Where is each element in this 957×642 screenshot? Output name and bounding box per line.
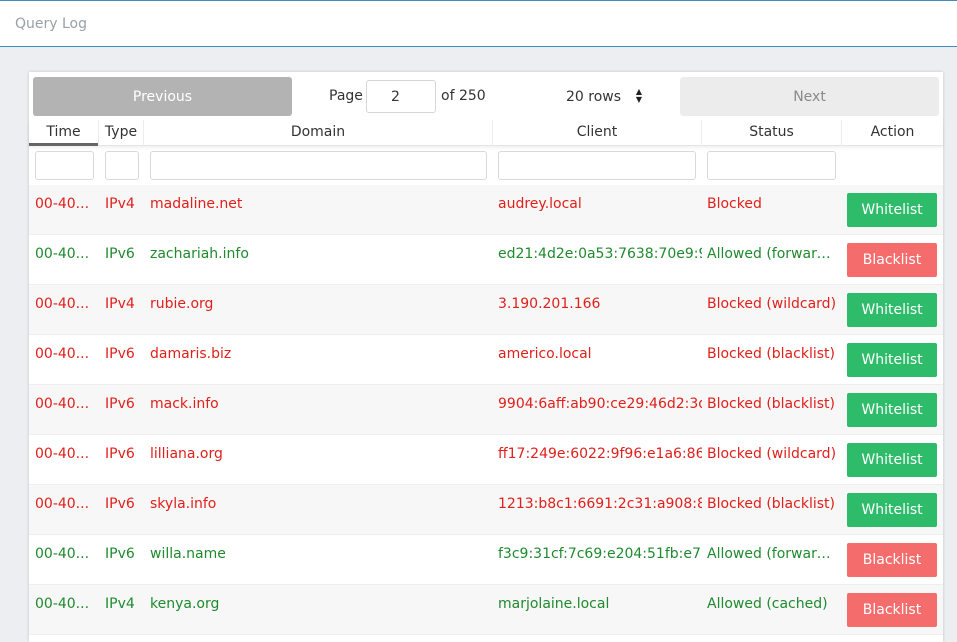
table-row: 00-40... IPv6 skyla.info 1213:b8c1:6691:2c3… bbox=[29, 485, 943, 535]
cell-type: IPv6 bbox=[105, 446, 135, 462]
whitelist-button[interactable]: Whitelist bbox=[847, 193, 937, 227]
domain-filter-input[interactable] bbox=[150, 151, 487, 180]
column-header-domain[interactable]: Domain bbox=[144, 120, 493, 146]
cell-client: f3c9:31cf:7c69:e204:51fb:e71 bbox=[498, 546, 702, 562]
query-log-table: Previous Page of 250 20 rows ▲▼ Next Tim… bbox=[29, 72, 943, 642]
blacklist-button[interactable]: Blacklist bbox=[847, 593, 937, 627]
whitelist-button[interactable]: Whitelist bbox=[847, 393, 937, 427]
whitelist-button[interactable]: Whitelist bbox=[847, 293, 937, 327]
filter-row bbox=[29, 146, 943, 185]
page-title: Query Log bbox=[15, 16, 88, 32]
column-header-status[interactable]: Status bbox=[702, 120, 842, 146]
cell-status: Blocked (wildcard) bbox=[707, 446, 837, 462]
table-header: Time Type Domain Client Status Action bbox=[29, 120, 943, 146]
cell-type: IPv4 bbox=[105, 196, 135, 212]
cell-client: 1213:b8c1:6691:2c31:a908:82c bbox=[498, 496, 702, 512]
cell-type: IPv6 bbox=[105, 496, 135, 512]
cell-domain: willa.name bbox=[150, 546, 226, 562]
top-bar: Query Log bbox=[0, 0, 957, 47]
whitelist-button[interactable]: Whitelist bbox=[847, 493, 937, 527]
table-row: 00-40... IPv6 damaris.biz americo.local Bloc… bbox=[29, 335, 943, 385]
whitelist-button[interactable]: Whitelist bbox=[847, 343, 937, 377]
cell-client: americo.local bbox=[498, 346, 592, 362]
table-row: 00-40... IPv6 willa.name f3c9:31cf:7c69:e20… bbox=[29, 535, 943, 585]
cell-type: IPv6 bbox=[105, 346, 135, 362]
cell-status: Blocked bbox=[707, 196, 762, 212]
cell-type: IPv6 bbox=[105, 396, 135, 412]
status-filter-input[interactable] bbox=[707, 151, 836, 180]
column-header-type[interactable]: Type bbox=[99, 120, 144, 146]
cell-time: 00-40... bbox=[35, 446, 90, 462]
client-filter-input[interactable] bbox=[498, 151, 696, 180]
cell-time: 00-40... bbox=[35, 396, 90, 412]
page-label: Page bbox=[329, 88, 363, 104]
cell-time: 00-40... bbox=[35, 596, 90, 612]
time-filter-input[interactable] bbox=[35, 151, 94, 180]
cell-status: Allowed (forward... bbox=[707, 546, 837, 562]
page-number-input[interactable] bbox=[366, 80, 436, 113]
type-filter-input[interactable] bbox=[105, 151, 139, 180]
cell-status: Blocked (wildcard) bbox=[707, 296, 837, 312]
blacklist-button[interactable]: Blacklist bbox=[847, 243, 937, 277]
cell-status: Allowed (cached) bbox=[707, 596, 828, 612]
table-row: 00-40... IPv4 kenya.org marjolaine.local All… bbox=[29, 585, 943, 635]
cell-status: Blocked (blacklist) bbox=[707, 396, 835, 412]
cell-client: audrey.local bbox=[498, 196, 582, 212]
column-header-client[interactable]: Client bbox=[493, 120, 702, 146]
select-arrows-icon: ▲ ▼ bbox=[635, 87, 643, 104]
total-pages-label: of 250 bbox=[441, 88, 486, 104]
cell-status: Blocked (blacklist) bbox=[707, 496, 835, 512]
rows-per-page-value: 20 rows bbox=[566, 89, 622, 105]
blacklist-button[interactable]: Blacklist bbox=[847, 543, 937, 577]
cell-time: 00-40... bbox=[35, 546, 90, 562]
pagination-bar: Previous Page of 250 20 rows ▲▼ Next bbox=[29, 72, 943, 120]
cell-type: IPv6 bbox=[105, 546, 135, 562]
cell-client: ff17:249e:6022:9f96:e1a6:862 bbox=[498, 446, 702, 462]
next-page-button[interactable]: Next bbox=[680, 77, 939, 116]
cell-status: Blocked (blacklist) bbox=[707, 346, 835, 362]
cell-domain: mack.info bbox=[150, 396, 219, 412]
column-header-action: Action bbox=[870, 124, 915, 140]
cell-client: ed21:4d2e:0a53:7638:70e9:92 bbox=[498, 246, 702, 262]
cell-domain: skyla.info bbox=[150, 496, 217, 512]
table-row: 00-40... IPv6 zachariah.info ed21:4d2e:0a53… bbox=[29, 235, 943, 285]
cell-domain: rubie.org bbox=[150, 296, 214, 312]
cell-time: 00-40... bbox=[35, 296, 90, 312]
cell-client: 3.190.201.166 bbox=[498, 296, 601, 312]
cell-time: 00-40... bbox=[35, 496, 90, 512]
cell-type: IPv4 bbox=[105, 596, 135, 612]
whitelist-button[interactable]: Whitelist bbox=[847, 443, 937, 477]
table-row: 00-40... IPv4 madaline.net audrey.local Bloc… bbox=[29, 185, 943, 235]
cell-type: IPv4 bbox=[105, 296, 135, 312]
table-row: 00-40... IPv6 lilliana.org ff17:249e:6022:9… bbox=[29, 435, 943, 485]
cell-domain: damaris.biz bbox=[150, 346, 232, 362]
cell-domain: kenya.org bbox=[150, 596, 220, 612]
cell-time: 00-40... bbox=[35, 196, 90, 212]
cell-domain: madaline.net bbox=[150, 196, 243, 212]
cell-time: 00-40... bbox=[35, 346, 90, 362]
cell-client: 9904:6aff:ab90:ce29:46d2:3d bbox=[498, 396, 702, 412]
table-row: 00-40... IPv6 mack.info 9904:6aff:ab90:ce29… bbox=[29, 385, 943, 435]
cell-status: Allowed (forward... bbox=[707, 246, 837, 262]
previous-page-button[interactable]: Previous bbox=[33, 77, 292, 116]
cell-time: 00-40... bbox=[35, 246, 90, 262]
rows-per-page-select[interactable]: 20 rows ▲ ▼ bbox=[558, 84, 644, 110]
table-row: 00-40... IPv4 rubie.org 3.190.201.166 Blocke… bbox=[29, 285, 943, 335]
cell-type: IPv6 bbox=[105, 246, 135, 262]
cell-domain: lilliana.org bbox=[150, 446, 223, 462]
cell-domain: zachariah.info bbox=[150, 246, 249, 262]
column-header-time[interactable]: Time bbox=[29, 120, 99, 146]
cell-client: marjolaine.local bbox=[498, 596, 610, 612]
